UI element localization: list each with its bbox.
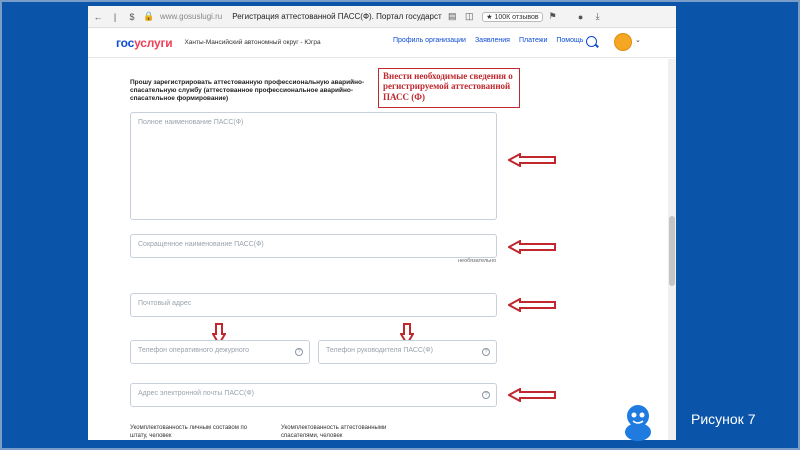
address-bar[interactable]: www.gosuslugi.ru: [160, 12, 222, 21]
avatar[interactable]: [614, 33, 632, 51]
mascot-icon: [625, 405, 651, 441]
profile-icon[interactable]: ●: [574, 10, 588, 24]
browser-toolbar: ← | $ 🔒 www.gosuslugi.ru Регистрация атт…: [88, 6, 676, 28]
logo-part1: гос: [116, 35, 135, 50]
reviews-badge[interactable]: ★ 100К отзывов: [482, 11, 543, 22]
form-intro: Прошу зарегистрировать аттестованную про…: [130, 79, 365, 103]
arrow-left-icon: [508, 240, 556, 254]
back-icon[interactable]: ←: [91, 10, 105, 24]
head-phone-placeholder: Телефон руководителя ПАСС(Ф): [326, 347, 433, 354]
staff-label: Укомплектованность личным составом по шт…: [130, 425, 248, 439]
email-placeholder: Адрес электронной почты ПАСС(Ф): [138, 390, 254, 397]
tab-title: Регистрация аттестованной ПАСС(Ф). Порта…: [232, 12, 442, 21]
wallet-icon[interactable]: $: [125, 10, 139, 24]
arrow-left-icon: [508, 298, 556, 312]
help-icon[interactable]: ?: [295, 348, 303, 356]
extension-icon[interactable]: ◫: [462, 10, 476, 24]
lock-icon: 🔒: [143, 11, 155, 21]
nav-payments[interactable]: Платежи: [519, 37, 547, 44]
duty-phone-placeholder: Телефон оперативного дежурного: [138, 347, 250, 354]
help-icon[interactable]: ?: [482, 348, 490, 356]
top-nav: Профиль организации Заявления Платежи По…: [393, 37, 583, 44]
short-name-field[interactable]: Сокращенное наименование ПАСС(Ф): [130, 234, 497, 258]
gosuslugi-logo[interactable]: госуслуги: [116, 35, 173, 50]
help-icon[interactable]: ?: [482, 391, 490, 399]
figure-caption: Рисунок 7: [691, 411, 756, 427]
search-icon[interactable]: [586, 36, 597, 47]
optional-hint: необязательно: [458, 258, 497, 264]
nav-profile[interactable]: Профиль организации: [393, 37, 466, 44]
reader-icon[interactable]: ▤: [445, 10, 459, 24]
site-header: госуслуги Ханты-Мансийский автономный ок…: [88, 28, 676, 58]
logo-part2: услуги: [134, 35, 173, 50]
arrow-left-icon: [508, 153, 556, 167]
scrollbar-thumb[interactable]: [669, 216, 675, 286]
head-phone-field[interactable]: Телефон руководителя ПАСС(Ф) ?: [318, 340, 497, 364]
email-field[interactable]: Адрес электронной почты ПАСС(Ф) ?: [130, 383, 497, 407]
bookmark-icon[interactable]: ⚑: [546, 10, 560, 24]
download-icon[interactable]: ⤓: [591, 10, 605, 24]
full-name-field[interactable]: Полное наименование ПАСС(Ф): [130, 112, 497, 220]
annotation-box: Внести необходимые сведения о регистриру…: [378, 68, 520, 108]
divider-icon: |: [113, 11, 117, 22]
nav-help[interactable]: Помощь: [556, 37, 583, 44]
duty-phone-field[interactable]: Телефон оперативного дежурного ?: [130, 340, 310, 364]
region-label[interactable]: Ханты-Мансийский автономный округ - Югра: [184, 39, 320, 46]
form-area: Прошу зарегистрировать аттестованную про…: [88, 59, 668, 440]
nav-applications[interactable]: Заявления: [475, 37, 510, 44]
rescuers-label: Укомплектованность аттестованными спасат…: [281, 425, 387, 439]
postal-address-field[interactable]: Почтовый адрес: [130, 293, 497, 317]
arrow-left-icon: [508, 388, 556, 402]
browser-window: ← | $ 🔒 www.gosuslugi.ru Регистрация атт…: [88, 6, 676, 440]
chevron-down-icon[interactable]: ⌄: [635, 36, 641, 44]
